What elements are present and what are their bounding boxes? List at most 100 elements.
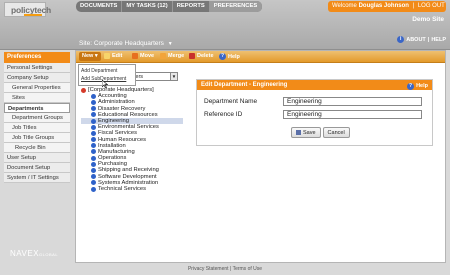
save-button[interactable]: Save [291,127,321,138]
toolbar-help-label: Help [228,53,240,60]
merge-button[interactable]: Merge [160,53,184,59]
department-icon [91,93,96,99]
site-label: Site: [79,40,93,47]
move-icon [132,53,138,59]
department-icon [91,130,96,136]
about-link[interactable]: ABOUT [406,37,426,43]
tab-preferences[interactable]: PREFERENCES [209,1,263,12]
department-toolbar: New ▾ Edit Move Merge Delete ? Help [76,51,445,63]
info-icon: i [397,36,405,43]
department-icon [91,180,96,186]
department-icon [91,112,96,118]
delete-icon [189,53,195,59]
logout-link[interactable]: LOG OUT [418,3,445,9]
separator: | [412,3,415,9]
department-icon [91,143,96,149]
department-icon [91,186,96,192]
tab-my-tasks[interactable]: MY TASKS (12) [122,1,173,12]
department-icon [91,99,96,105]
help-link[interactable]: HELP [431,37,446,43]
pencil-icon [104,53,110,59]
welcome-text: Welcome [332,3,357,9]
reference-id-label: Reference ID [204,111,243,118]
tab-reports[interactable]: REPORTS [173,1,210,12]
sidebar-item-job-title-groups[interactable]: Job Title Groups [4,133,70,143]
separator: | [229,266,232,272]
privacy-statement-link[interactable]: Privacy Statement [188,266,229,272]
help-links: i ABOUT | HELP [397,36,446,43]
department-icon [91,174,96,180]
page-footer: Privacy Statement | Terms of Use [0,266,450,272]
main-panel: New ▾ Edit Move Merge Delete ? Help Add … [75,50,446,263]
sidebar-item-sites[interactable]: Sites [4,93,70,103]
department-icon [91,106,96,112]
sidebar-item-job-titles[interactable]: Job Titles [4,123,70,133]
site-value: Corporate Headquarters [93,40,164,47]
tree-node-label: Technical Services [98,186,147,192]
sidebar-item-department-groups[interactable]: Department Groups [4,113,70,123]
delete-button-label: Delete [197,53,214,59]
department-tree: [Corporate Headquarters] Accounting Admi… [81,87,183,192]
tab-documents[interactable]: DOCUMENTS [76,1,123,12]
edit-panel-title: Edit Department - Engineering [201,82,288,88]
toolbar-help-button[interactable]: ? Help [219,53,240,60]
edit-button-label: Edit [112,53,123,59]
cancel-button-label: Cancel [327,129,345,136]
edit-panel-actions: Save Cancel [291,127,350,138]
department-icon [91,168,96,174]
menu-item-add-department[interactable]: Add Department [81,67,133,75]
chevron-down-icon: ▼ [167,41,173,47]
welcome-bar: Welcome Douglas Johnson | LOG OUT [328,1,446,12]
cancel-button[interactable]: Cancel [322,127,350,138]
policytech-logo[interactable]: policytech [4,2,51,17]
help-icon: ? [219,53,226,60]
top-nav: DOCUMENTS MY TASKS (12) REPORTS PREFEREN… [76,1,263,12]
help-icon: ? [407,82,415,90]
edit-panel-help-link[interactable]: ? Help [407,81,428,91]
sidebar-item-document-setup[interactable]: Document Setup [4,163,70,173]
mouse-cursor-icon [102,80,108,88]
navex-logo: NAVEXGLOBAL [10,249,58,258]
preferences-sidebar: Preferences Personal Settings Company Se… [4,52,70,183]
department-name-label: Department Name [204,98,258,105]
sidebar-item-recycle-bin[interactable]: Recycle Bin [4,143,70,153]
department-icon [91,161,96,167]
edit-panel-help-label: Help [416,83,428,89]
department-icon [91,124,96,130]
logo-accent [24,14,42,16]
edit-button[interactable]: Edit [104,53,122,59]
save-button-label: Save [303,129,316,136]
department-name-input[interactable]: Engineering [283,97,422,106]
sidebar-item-company-setup[interactable]: Company Setup [4,73,70,83]
department-icon [91,149,96,155]
move-button[interactable]: Move [132,53,154,59]
navex-global: GLOBAL [39,252,59,257]
sidebar-heading: Preferences [4,52,70,63]
tree-node[interactable]: Technical Services [81,186,183,192]
current-site-name: Demo Site [412,16,444,23]
user-name: Douglas Johnson [358,3,409,9]
navex-text: NAVEX [10,249,40,258]
sidebar-item-general-properties[interactable]: General Properties [4,83,70,93]
sidebar-item-system-it-settings[interactable]: System / IT Settings [4,173,70,183]
department-icon [91,118,96,124]
site-selector[interactable]: Site: Corporate Headquarters ▼ [79,40,173,47]
sidebar-item-user-setup[interactable]: User Setup [4,153,70,163]
chevron-down-icon: ▾ [94,53,98,59]
delete-button[interactable]: Delete [189,53,214,59]
move-button-label: Move [140,53,155,59]
save-icon [296,130,301,135]
department-icon [91,137,96,143]
reference-id-input[interactable]: Engineering [283,110,422,119]
sidebar-item-personal-settings[interactable]: Personal Settings [4,63,70,73]
app-header: policytech DOCUMENTS MY TASKS (12) REPOR… [0,0,450,50]
site-icon [81,87,86,93]
new-button-label: New [82,53,94,59]
department-icon [91,155,96,161]
merge-button-label: Merge [168,53,185,59]
edit-department-panel: Edit Department - Engineering ? Help Dep… [196,79,433,146]
sidebar-item-departments[interactable]: Departments [4,103,70,113]
new-button[interactable]: New ▾ [79,52,101,61]
terms-of-use-link[interactable]: Terms of Use [233,266,262,272]
merge-icon [160,53,166,59]
